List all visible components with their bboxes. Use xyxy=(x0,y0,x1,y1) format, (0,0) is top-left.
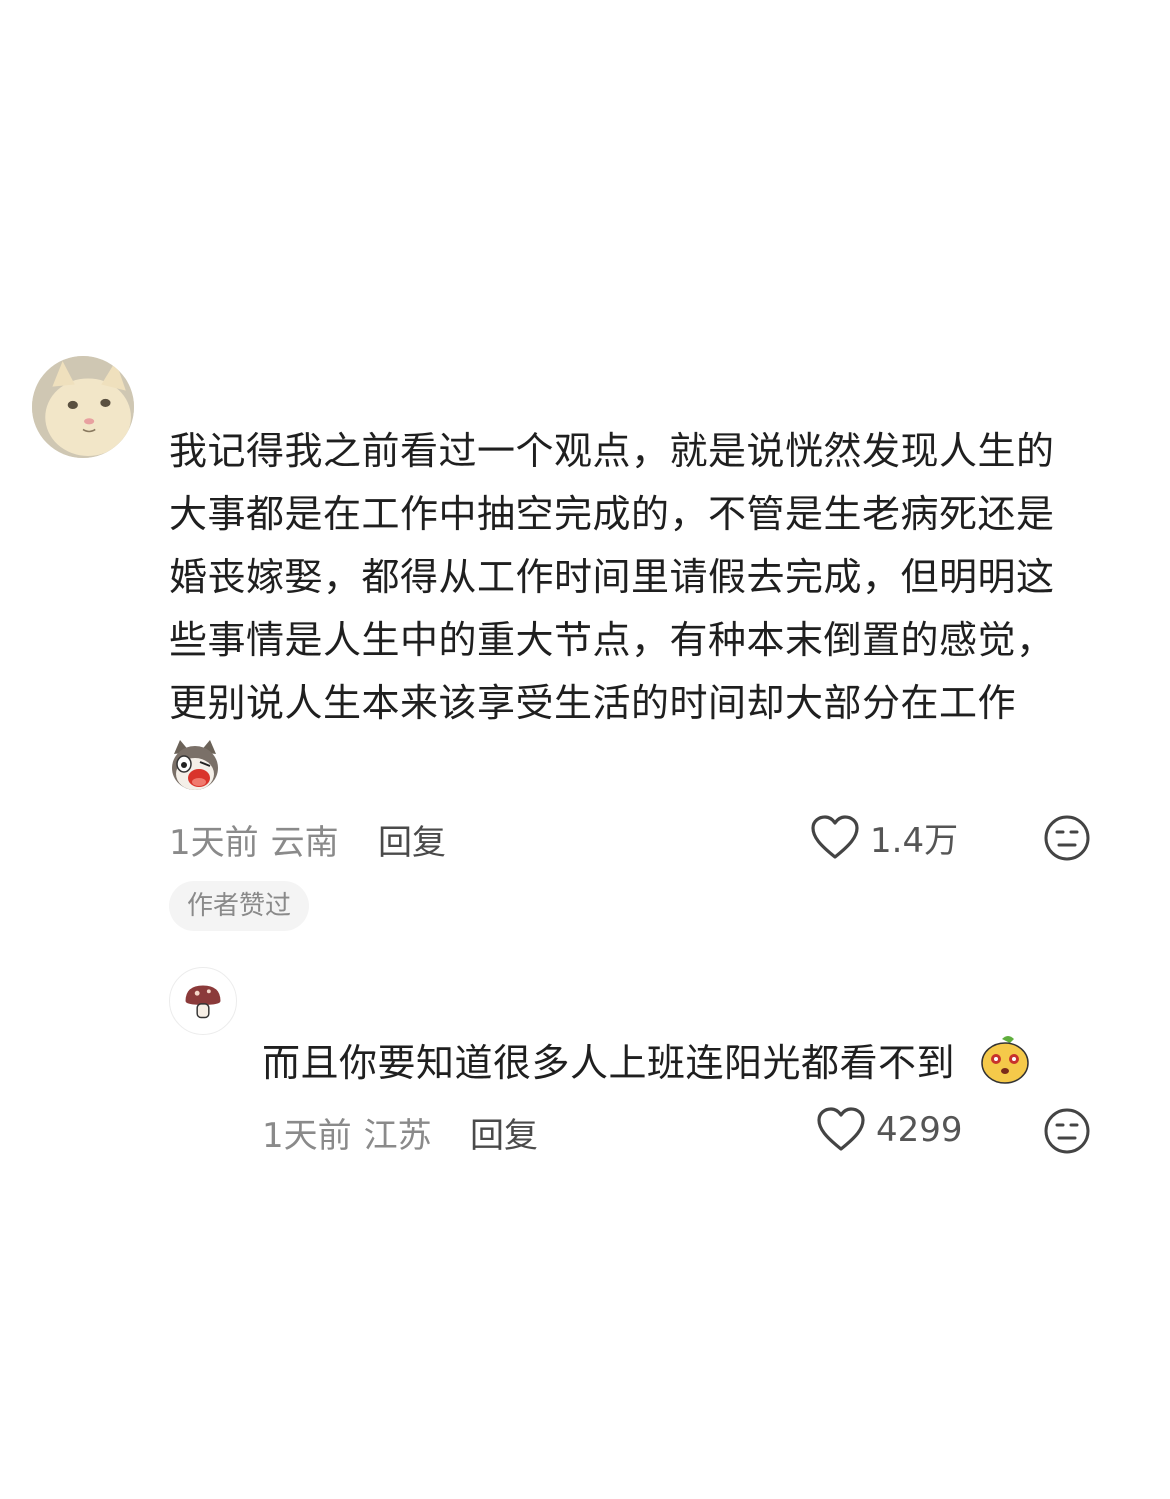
dislike-button[interactable] xyxy=(1043,814,1091,862)
reply-location: 江苏 xyxy=(363,1116,432,1156)
comment-line: 我记得我之前看过一个观点，就是说恍然发现人生的 xyxy=(169,429,1055,473)
reply-meta: 1天前 江苏 xyxy=(262,1108,432,1157)
reply-button[interactable]: 回复 xyxy=(378,815,446,864)
neutral-face-icon xyxy=(1044,1108,1090,1154)
like-button[interactable]: 1.4万 xyxy=(810,813,958,862)
reply-time: 1天前 xyxy=(262,1116,352,1156)
heart-icon xyxy=(817,1107,865,1151)
author-liked-badge: 作者赞过 xyxy=(169,881,310,931)
reply-button[interactable]: 回复 xyxy=(470,1108,538,1157)
like-button[interactable]: 4299 xyxy=(816,1107,963,1153)
mushroom-avatar-icon xyxy=(185,985,221,1019)
comment-line: 更别说人生本来该享受生活的时间却大部分在工作 xyxy=(169,681,1017,725)
dislike-button[interactable] xyxy=(1043,1107,1091,1155)
neutral-face-icon xyxy=(1044,815,1090,861)
comment-time: 1天前 xyxy=(169,823,259,863)
comment-line: 婚丧嫁娶，都得从工作时间里请假去完成，但明明这 xyxy=(169,555,1055,599)
cat-crying-sticker-icon xyxy=(170,740,220,792)
user-avatar[interactable] xyxy=(32,356,134,458)
like-count: 1.4万 xyxy=(870,821,959,861)
user-avatar[interactable] xyxy=(169,967,237,1035)
comment-line: 大事都是在工作中抽空完成的，不管是生老病死还是 xyxy=(169,492,1055,536)
heart-icon xyxy=(811,814,859,859)
comment-location: 云南 xyxy=(270,823,339,863)
reply-text: 而且你要知道很多人上班连阳光都看不到 xyxy=(262,1041,956,1085)
comment-text: 我记得我之前看过一个观点，就是说恍然发现人生的 大事都是在工作中抽空完成的，不管… xyxy=(169,420,1099,735)
comment-line: 些事情是人生中的重大节点，有种本末倒置的感觉， xyxy=(169,618,1055,662)
blob-emoji-sticker-icon xyxy=(980,1033,1030,1085)
comment-meta: 1天前 云南 xyxy=(169,815,339,864)
like-count: 4299 xyxy=(876,1110,963,1150)
cat-avatar-icon xyxy=(32,356,134,458)
